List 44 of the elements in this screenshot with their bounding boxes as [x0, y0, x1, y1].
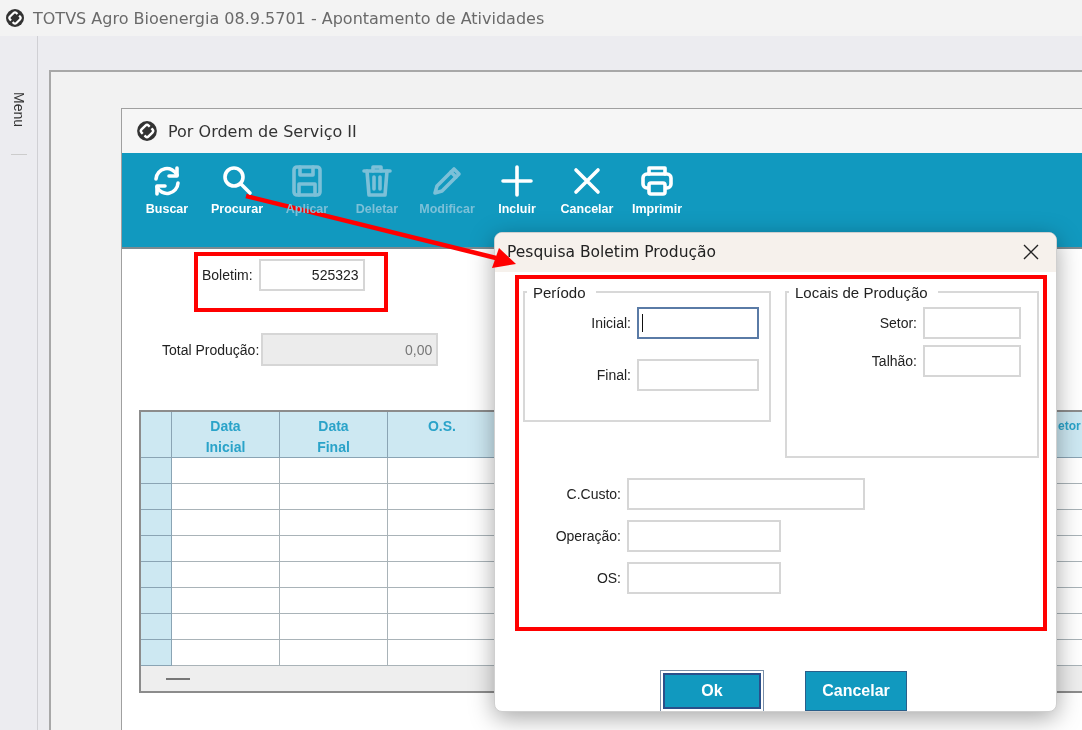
group-title: Locais de Produção — [794, 283, 929, 301]
window-title: TOTVS Agro Bioenergia 08.9.5701 - Apontamento de Atividades — [33, 8, 545, 28]
group-title: Período — [532, 283, 587, 301]
field-label: Boletim: — [202, 267, 253, 283]
row-header[interactable] — [141, 510, 172, 536]
row-header[interactable] — [141, 536, 172, 562]
field-label: OS: — [595, 569, 621, 586]
column-header[interactable]: Data Inicial — [172, 412, 280, 458]
field-label: C.Custo: — [565, 485, 621, 502]
column-header[interactable]: O.S. — [388, 412, 497, 458]
trash-icon — [359, 163, 395, 199]
row-header[interactable] — [141, 640, 172, 666]
field-label: Total Produção: — [162, 341, 260, 358]
dialog-title: Pesquisa Boletim Produção — [507, 243, 716, 262]
field-label: Inicial: — [591, 314, 631, 331]
row-header[interactable] — [141, 484, 172, 510]
dialog-button[interactable]: Ok — [661, 671, 763, 711]
field-label: Talhão: — [871, 352, 917, 369]
input-field[interactable] — [637, 306, 759, 339]
toolbar-button[interactable]: Imprimir — [622, 163, 692, 233]
field-label: Setor: — [879, 314, 917, 331]
side-menu-tab[interactable]: Menu — [10, 92, 27, 155]
toolbar-button[interactable]: Incluir — [482, 163, 552, 233]
close-icon[interactable] — [1023, 244, 1039, 261]
field-label: Operação: — [554, 527, 621, 544]
row-header[interactable] — [141, 588, 172, 614]
toolbar-button[interactable]: Procurar — [202, 163, 272, 233]
row-header[interactable] — [141, 614, 172, 640]
row-header[interactable] — [141, 562, 172, 588]
app-logo-icon — [136, 120, 158, 142]
dialog-button[interactable]: Cancelar — [805, 671, 907, 711]
plus-icon — [499, 163, 535, 199]
child-window-title: Por Ordem de Serviço II — [168, 121, 357, 141]
printer-icon — [639, 163, 675, 199]
corner-cell — [141, 412, 172, 458]
toolbar-button[interactable]: Buscar — [132, 163, 202, 233]
toolbar-button[interactable]: Cancelar — [552, 163, 622, 233]
scrollbar-thumb[interactable] — [166, 677, 190, 680]
boletim-field[interactable]: 525323 — [258, 259, 365, 291]
row-header[interactable] — [141, 458, 172, 484]
column-header[interactable]: Data Final — [280, 412, 388, 458]
app-logo-icon — [5, 8, 25, 28]
column-header[interactable]: etor — [1055, 412, 1082, 458]
field-label: Final: — [596, 366, 631, 383]
